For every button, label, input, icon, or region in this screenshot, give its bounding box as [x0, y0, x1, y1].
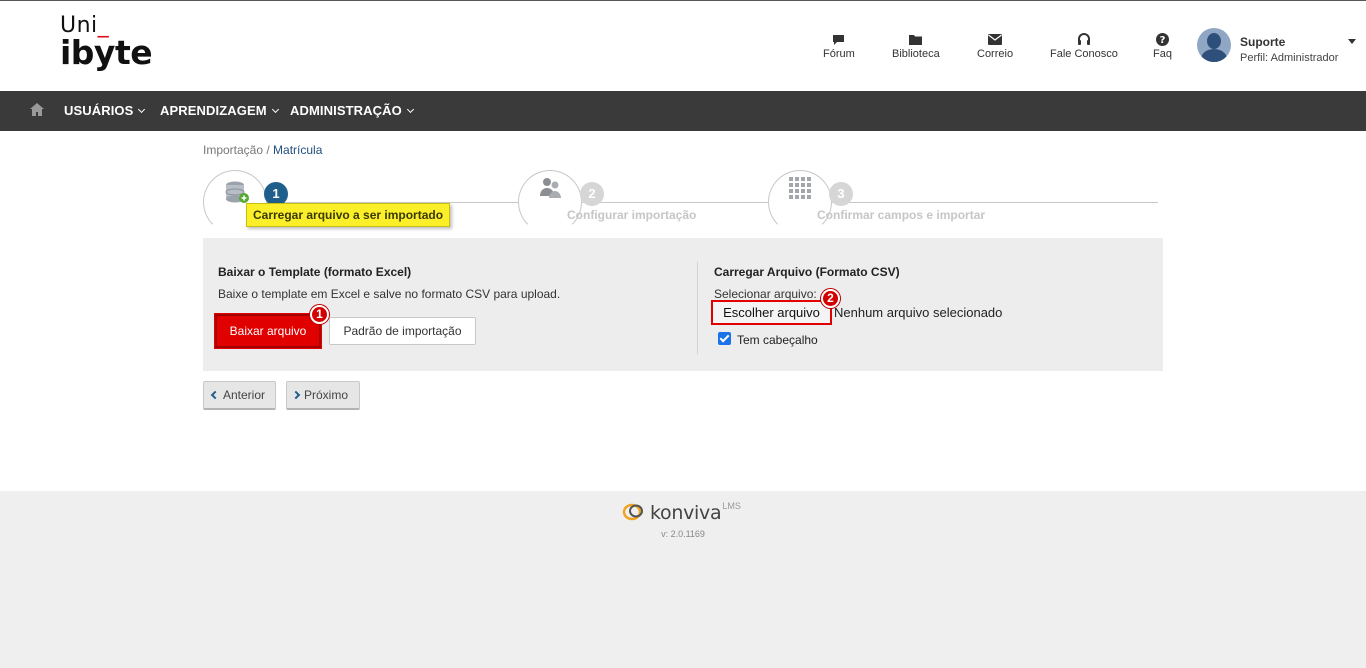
nav-forum-label: Fórum [823, 48, 855, 60]
wizard-step-2-number: 2 [580, 182, 604, 206]
home-icon[interactable] [30, 103, 44, 121]
next-button[interactable]: Próximo [286, 381, 360, 410]
menu-administracao-label: ADMINISTRAÇÃO [290, 103, 402, 118]
konviva-swirl-icon [622, 503, 643, 521]
menu-usuarios-label: USUÁRIOS [64, 103, 134, 118]
version-text: v: 2.0.1169 [661, 529, 705, 539]
footer: konviva LMS v: 2.0.1169 [0, 491, 1366, 668]
menu-administracao[interactable]: ADMINISTRAÇÃO [290, 103, 414, 118]
header: Uni_ ibyte Fórum Biblioteca Correio Fale… [0, 0, 1366, 91]
download-template-button[interactable]: Baixar arquivo [214, 313, 322, 349]
wizard-step-3 [768, 170, 832, 234]
breadcrumb-current: Matrícula [273, 143, 323, 157]
nav-biblioteca-label: Biblioteca [892, 48, 940, 60]
avatar [1197, 28, 1231, 62]
wizard-step-2-label: Configurar importação [567, 208, 697, 222]
next-label: Próximo [304, 388, 349, 402]
nav-correio-label: Correio [977, 48, 1014, 60]
template-description: Baixe o template em Excel e salve no for… [218, 287, 561, 301]
konviva-suffix: LMS [722, 501, 741, 511]
menu-aprendizagem[interactable]: APRENDIZAGEM [160, 103, 279, 118]
uniibyte-logo[interactable]: Uni_ ibyte [60, 15, 153, 72]
main-content: Importação / Matrícula 1 Carregar arquiv… [0, 131, 1366, 491]
nav-biblioteca[interactable]: Biblioteca [892, 33, 940, 73]
wizard-step-3-label: Confirmar campos e importar [817, 208, 986, 222]
choose-file-button[interactable]: Escolher arquivo [711, 300, 832, 325]
folder-icon [909, 33, 923, 46]
logo-line2: ibyte [60, 33, 153, 72]
question-icon: ? [1155, 33, 1169, 46]
callout-marker-1: 1 [310, 305, 329, 324]
main-navbar: USUÁRIOS APRENDIZAGEM ADMINISTRAÇÃO [0, 91, 1366, 131]
chevron-down-icon [406, 105, 414, 113]
menu-usuarios[interactable]: USUÁRIOS [64, 103, 146, 118]
envelope-icon [988, 33, 1003, 46]
grid-icon [769, 171, 831, 233]
user-menu[interactable]: Suporte Perfil: Administrador [1197, 28, 1362, 68]
konviva-logo: konviva LMS [622, 501, 741, 524]
no-file-selected-text: Nenhum arquivo selecionado [834, 305, 1003, 320]
breadcrumb: Importação / Matrícula [203, 143, 322, 157]
breadcrumb-separator: / [263, 143, 274, 157]
user-role: Perfil: Administrador [1240, 52, 1339, 64]
user-name: Suporte [1240, 35, 1286, 49]
chevron-down-icon [271, 105, 279, 113]
chevron-right-icon [291, 390, 301, 400]
caret-down-icon[interactable] [1348, 39, 1356, 44]
import-pattern-button[interactable]: Padrão de importação [329, 317, 476, 345]
has-header-label[interactable]: Tem cabeçalho [737, 333, 818, 347]
panel-divider [697, 262, 698, 354]
previous-button[interactable]: Anterior [203, 381, 276, 410]
nav-fale-conosco[interactable]: Fale Conosco [1050, 33, 1118, 73]
konviva-brand: konviva [650, 502, 722, 524]
wizard-step-3-number: 3 [829, 182, 853, 206]
nav-faq[interactable]: ? Faq [1153, 33, 1172, 73]
nav-correio[interactable]: Correio [977, 33, 1013, 73]
has-header-checkbox[interactable] [718, 332, 731, 345]
import-panel: Baixar o Template (formato Excel) Baixe … [203, 238, 1163, 371]
nav-forum[interactable]: Fórum [823, 33, 855, 73]
menu-aprendizagem-label: APRENDIZAGEM [160, 103, 267, 118]
wizard-step-1-label: Carregar arquivo a ser importado [246, 203, 451, 227]
previous-label: Anterior [223, 388, 266, 402]
users-config-icon [519, 171, 581, 233]
template-title: Baixar o Template (formato Excel) [218, 265, 412, 279]
chevron-down-icon [138, 105, 146, 113]
nav-fale-conosco-label: Fale Conosco [1050, 48, 1118, 60]
chevron-left-icon [210, 390, 220, 400]
upload-title: Carregar Arquivo (Formato CSV) [714, 265, 900, 279]
svg-text:?: ? [1160, 35, 1166, 46]
select-file-label: Selecionar arquivo: [714, 287, 817, 301]
breadcrumb-parent[interactable]: Importação [203, 143, 263, 157]
headphones-icon [1077, 33, 1091, 46]
wizard-step-2 [518, 170, 582, 234]
comment-icon [832, 33, 846, 46]
nav-faq-label: Faq [1153, 48, 1172, 60]
